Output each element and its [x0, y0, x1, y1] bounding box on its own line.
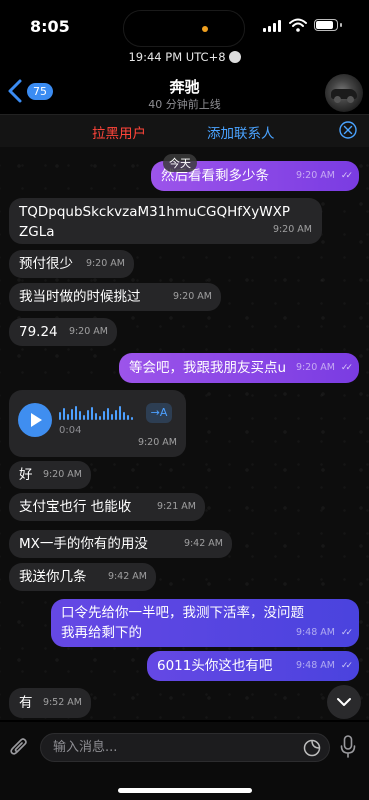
- voice-waveform[interactable]: [59, 406, 133, 420]
- message-text: 口令先给你一半吧，我测下活率，没问题: [61, 605, 304, 621]
- home-indicator[interactable]: [118, 788, 252, 793]
- incoming-message[interactable]: 预付很少 9:20 AM: [9, 250, 134, 278]
- message-text: 我送你几条: [19, 569, 87, 585]
- incoming-message[interactable]: TQDpqubSkckvzaM31hmuCGQHfXyWXP ZGLa 9:20…: [9, 198, 322, 244]
- message-text: 等会吧，我跟我朋友买点u: [129, 360, 287, 376]
- message-time: 9:20 AM: [172, 291, 212, 302]
- read-checkmarks-icon: ✓✓: [340, 628, 353, 638]
- message-text: TQDpqubSkckvzaM31hmuCGQHfXyWXP: [19, 204, 290, 220]
- incoming-message[interactable]: 支付宝也行 也能收 9:21 AM: [9, 493, 205, 521]
- message-time: 9:52 AM: [42, 697, 82, 708]
- dynamic-island: [123, 10, 245, 47]
- read-checkmarks-icon: ✓✓: [340, 661, 353, 671]
- recording-dot-icon: [202, 26, 208, 32]
- chat-title[interactable]: 奔驰: [0, 76, 369, 97]
- message-text-line2: ZGLa: [19, 224, 55, 240]
- incoming-message[interactable]: 我当时做的时候挑过 9:20 AM: [9, 283, 221, 311]
- transcribe-button[interactable]: →A: [146, 403, 172, 423]
- chat-header: 75 奔驰 40 分钟前上线: [0, 70, 369, 116]
- paperclip-icon[interactable]: [9, 736, 29, 758]
- message-text: 支付宝也行 也能收: [19, 499, 132, 515]
- message-time: 9:20 AM: [295, 362, 335, 373]
- voice-duration: 0:04: [59, 425, 82, 436]
- message-time: 9:20 AM: [295, 170, 335, 181]
- add-contact-button[interactable]: 添加联系人: [207, 122, 275, 142]
- incoming-message[interactable]: 79.24 9:20 AM: [9, 318, 117, 346]
- voice-message[interactable]: 0:04 →A 9:20 AM: [9, 390, 186, 457]
- message-time: 9:20 AM: [272, 224, 312, 235]
- scroll-to-bottom-button[interactable]: [327, 685, 361, 719]
- message-text: MX一手的你有的用没: [19, 536, 148, 552]
- sticker-icon[interactable]: [303, 739, 321, 757]
- block-user-button[interactable]: 拉黑用户: [92, 122, 146, 142]
- date-separator: 今天: [163, 154, 197, 172]
- message-text: 我当时做的时候挑过: [19, 289, 141, 305]
- outgoing-message[interactable]: 6011头你这也有吧 9:48 AM ✓✓: [147, 651, 359, 681]
- read-checkmarks-icon: ✓✓: [340, 363, 353, 373]
- message-time: 9:20 AM: [42, 469, 82, 480]
- message-input[interactable]: [40, 733, 330, 762]
- wifi-icon: [289, 18, 307, 32]
- microphone-icon[interactable]: [340, 735, 356, 759]
- incoming-message[interactable]: MX一手的你有的用没 9:42 AM: [9, 530, 232, 558]
- read-checkmarks-icon: ✓✓: [340, 171, 353, 181]
- message-time: 9:20 AM: [137, 437, 177, 448]
- status-bar: 8:05: [0, 0, 369, 47]
- message-text: 有: [19, 695, 33, 711]
- message-list[interactable]: 今天 然后看看剩多少条 9:20 AM ✓✓ TQDpqubSkckvzaM31…: [0, 147, 369, 720]
- play-icon[interactable]: [18, 403, 52, 437]
- close-icon[interactable]: [339, 121, 357, 139]
- composer: [0, 722, 369, 800]
- signal-icon: [263, 20, 281, 32]
- message-text: 预付很少: [19, 256, 73, 272]
- incoming-message[interactable]: 我送你几条 9:42 AM: [9, 563, 156, 591]
- message-time: 9:48 AM: [295, 660, 335, 671]
- message-time: 9:42 AM: [107, 571, 147, 582]
- last-seen-status: 40 分钟前上线: [148, 98, 221, 111]
- status-time: 8:05: [30, 17, 70, 36]
- message-time: 9:42 AM: [183, 538, 223, 549]
- message-time: 9:20 AM: [85, 258, 125, 269]
- message-time: 9:48 AM: [295, 627, 335, 638]
- message-time: 9:21 AM: [156, 501, 196, 512]
- incoming-message[interactable]: 有 9:52 AM: [9, 688, 91, 718]
- sub-status-text: 19:44 PM UTC+8: [128, 50, 226, 64]
- outgoing-message[interactable]: 口令先给你一半吧，我测下活率，没问题 我再给剩下的 9:48 AM ✓✓: [51, 599, 359, 647]
- contact-action-bar: 拉黑用户 添加联系人: [0, 114, 369, 148]
- avatar[interactable]: [325, 74, 363, 112]
- loading-icon: [228, 51, 241, 63]
- message-time: 9:20 AM: [68, 326, 108, 337]
- battery-icon: [314, 19, 338, 31]
- outgoing-message[interactable]: 等会吧，我跟我朋友买点u 9:20 AM ✓✓: [119, 353, 359, 383]
- sub-status: 19:44 PM UTC+8: [0, 50, 369, 64]
- incoming-message[interactable]: 好 9:20 AM: [9, 461, 91, 489]
- message-text: 6011头你这也有吧: [157, 658, 273, 674]
- message-text: 好: [19, 467, 33, 483]
- message-text: 79.24: [19, 324, 58, 340]
- chevron-down-icon: [337, 698, 351, 706]
